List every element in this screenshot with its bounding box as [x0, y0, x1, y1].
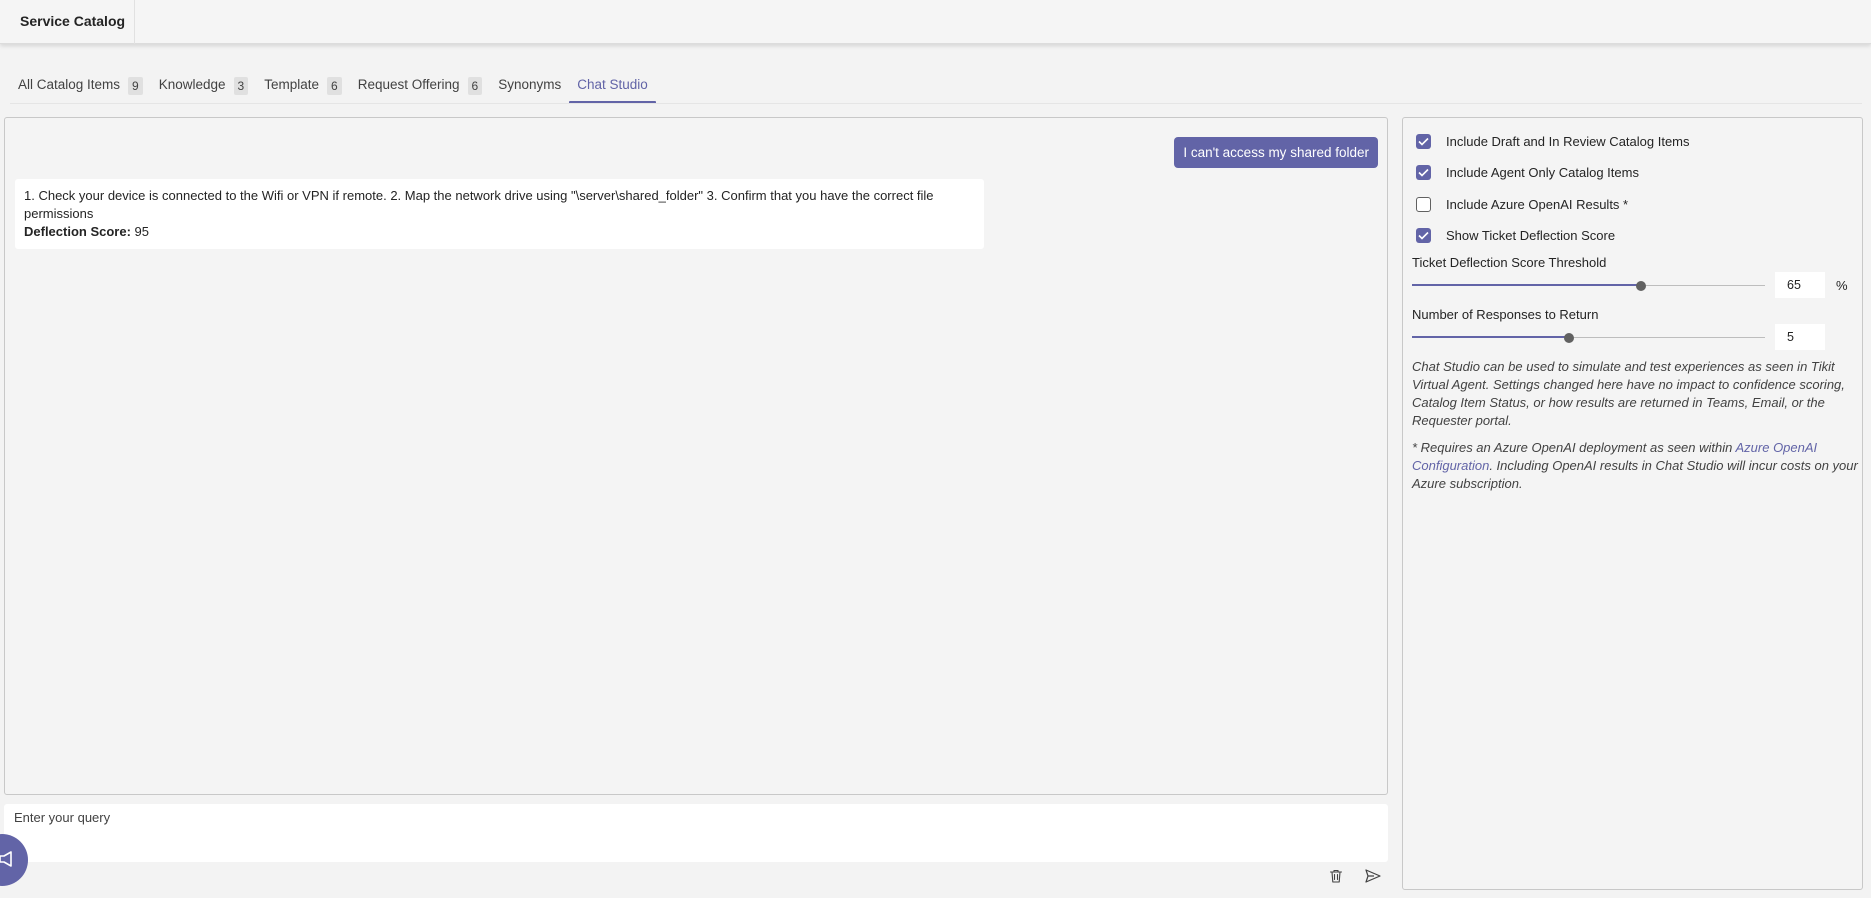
tab-chat-studio[interactable]: Chat Studio — [569, 72, 656, 104]
checkbox-label: Show Ticket Deflection Score — [1446, 228, 1616, 243]
include-azure-openai-checkbox[interactable]: Include Azure OpenAI Results * — [1416, 197, 1628, 212]
tab-count-badge: 3 — [233, 77, 249, 95]
slider-thumb[interactable] — [1563, 333, 1574, 343]
tab-bar: All Catalog Items 9 Knowledge 3 Template… — [10, 72, 656, 104]
bot-response-text: 1. Check your device is connected to the… — [24, 188, 934, 221]
responses-label: Number of Responses to Return — [1412, 307, 1599, 322]
bot-response-bubble: 1. Check your device is connected to the… — [15, 179, 984, 249]
user-message-bubble: I can't access my shared folder — [1174, 137, 1378, 168]
deflection-score-value: 95 — [134, 224, 150, 239]
query-input[interactable] — [4, 804, 1388, 831]
header-divider — [134, 0, 135, 44]
include-agent-only-checkbox[interactable]: Include Agent Only Catalog Items — [1416, 165, 1639, 180]
tab-label: All Catalog Items — [18, 77, 121, 92]
clear-chat-button[interactable] — [1325, 866, 1347, 888]
checkbox-box — [1416, 165, 1431, 180]
threshold-unit: % — [1836, 278, 1848, 293]
threshold-input[interactable] — [1775, 272, 1825, 298]
slider-fill — [1412, 336, 1569, 338]
checkbox-label: Include Azure OpenAI Results * — [1446, 197, 1629, 212]
tab-label: Synonyms — [498, 77, 562, 92]
settings-panel: Include Draft and In Review Catalog Item… — [1402, 117, 1863, 890]
trash-icon — [1328, 868, 1344, 887]
tab-all-catalog-items[interactable]: All Catalog Items 9 — [10, 72, 151, 104]
app-title: Service Catalog — [20, 13, 126, 29]
tab-label: Knowledge — [158, 77, 226, 92]
responses-slider[interactable] — [1412, 332, 1765, 344]
tab-count-badge: 6 — [327, 77, 342, 95]
tab-request-offering[interactable]: Request Offering 6 — [350, 72, 491, 104]
checkmark-icon — [1418, 137, 1429, 146]
slider-fill — [1412, 284, 1642, 286]
tab-label: Request Offering — [357, 77, 460, 92]
tab-label: Template — [264, 77, 320, 92]
deflection-score-label: Deflection Score: — [24, 224, 131, 239]
checkbox-label: Include Draft and In Review Catalog Item… — [1446, 134, 1690, 149]
checkbox-box — [1416, 197, 1431, 212]
tab-knowledge[interactable]: Knowledge 3 — [151, 72, 257, 104]
tab-count-badge: 6 — [467, 77, 483, 95]
checkbox-box — [1416, 134, 1431, 149]
threshold-label: Ticket Deflection Score Threshold — [1412, 255, 1607, 270]
include-draft-checkbox[interactable]: Include Draft and In Review Catalog Item… — [1416, 134, 1690, 149]
note-prefix: * Requires an Azure OpenAI deployment as… — [1412, 440, 1736, 455]
azure-requirement-note: * Requires an Azure OpenAI deployment as… — [1412, 439, 1862, 493]
slider-thumb[interactable] — [1636, 281, 1647, 291]
threshold-slider[interactable] — [1412, 280, 1765, 292]
checkmark-icon — [1418, 168, 1429, 177]
tabs-divider — [10, 103, 1862, 104]
tab-template[interactable]: Template 6 — [256, 72, 349, 104]
send-button[interactable] — [1362, 866, 1384, 888]
query-input-container — [4, 804, 1388, 862]
checkbox-box — [1416, 228, 1431, 243]
checkmark-icon — [1418, 231, 1429, 240]
show-deflection-score-checkbox[interactable]: Show Ticket Deflection Score — [1416, 228, 1615, 243]
checkbox-label: Include Agent Only Catalog Items — [1446, 165, 1639, 180]
chat-transcript-panel[interactable]: I can't access my shared folder 1. Check… — [4, 117, 1388, 795]
chat-studio-info-note: Chat Studio can be used to simulate and … — [1412, 359, 1845, 428]
send-icon — [1364, 868, 1382, 887]
megaphone-icon — [0, 850, 16, 871]
tab-label: Chat Studio — [577, 77, 648, 92]
responses-input[interactable] — [1775, 324, 1825, 350]
tab-count-badge: 9 — [128, 77, 143, 95]
tab-synonyms[interactable]: Synonyms — [490, 72, 569, 104]
deflection-score-line: Deflection Score: 95 — [24, 223, 976, 241]
top-bar: Service Catalog — [0, 0, 1871, 44]
